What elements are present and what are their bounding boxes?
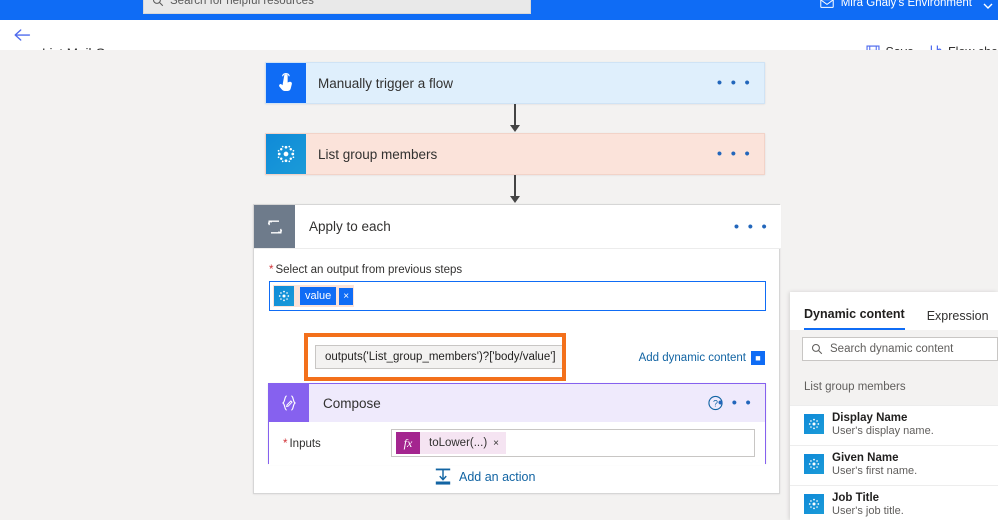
dynamic-token-label: value (300, 287, 337, 305)
dynamic-token-remove-icon[interactable]: × (339, 287, 354, 305)
flow-card-trigger[interactable]: Manually trigger a flow • • • (265, 62, 765, 104)
select-output-label-text: Select an output from previous steps (275, 264, 463, 276)
compose-inputs-required-marker: * (283, 437, 288, 450)
dynamic-content-panel: Dynamic content Expression Search dynami… (790, 292, 998, 520)
connector-arrowhead-2 (510, 196, 520, 203)
office365-users-icon (266, 134, 306, 174)
apply-to-each-header[interactable]: Apply to each • • • (254, 205, 781, 249)
flow-card-apply-to-each[interactable]: Apply to each • • • * Select an output fr… (253, 204, 781, 494)
compose-inputs-label-text: Inputs (289, 437, 321, 450)
chevron-down-icon[interactable] (982, 0, 994, 12)
list-item-name: Given Name (832, 452, 899, 464)
compose-inputs-input[interactable]: fx toLower(...) × (391, 429, 755, 457)
select-output-required-marker: * (269, 264, 274, 276)
compose-inputs-label: * Inputs (283, 438, 321, 450)
app-root: Search for helpful resources Mira Ghaly'… (0, 0, 998, 520)
search-icon (152, 0, 164, 7)
compose-header-body: Compose ? • • • (309, 384, 765, 422)
add-an-action-button[interactable]: Add an action (434, 467, 535, 487)
command-bar: List Mail Groups Save Flow che (0, 20, 998, 61)
connector-arrowhead-1 (510, 125, 520, 132)
expression-tooltip: outputs('List_group_members')?['body/val… (315, 345, 566, 369)
list-item[interactable]: Given Name User's first name. (790, 445, 998, 485)
expression-token-remove-icon[interactable]: × (493, 438, 506, 449)
list-item-description: User's job title. (832, 505, 904, 517)
add-action-icon (435, 468, 451, 485)
global-search-placeholder: Search for helpful resources (170, 0, 314, 7)
environment-selector[interactable]: Mira Ghaly's Environment (819, 0, 972, 9)
list-item-text: Job Title User's job title. (832, 492, 904, 517)
office365-users-icon (804, 494, 824, 514)
list-item[interactable]: Job Title User's job title. (790, 485, 998, 520)
add-an-action-label: Add an action (459, 470, 536, 484)
compose-body: * Inputs fx toLower(...) × (269, 422, 765, 465)
flow-card-trigger-menu[interactable]: • • • (717, 76, 752, 91)
loop-icon (254, 205, 295, 248)
environment-label: Mira Ghaly's Environment (840, 0, 972, 9)
flow-card-trigger-title: Manually trigger a flow (318, 75, 454, 91)
apply-to-each-header-body: Apply to each • • • (295, 205, 781, 248)
dynamic-content-group-header: List group members (790, 368, 998, 405)
connector-arrow-2 (514, 175, 516, 198)
list-item-text: Given Name User's first name. (832, 452, 917, 477)
search-icon (811, 343, 823, 355)
tab-dynamic-content[interactable]: Dynamic content (804, 307, 905, 330)
dynamic-content-search-placeholder: Search dynamic content (830, 343, 954, 355)
flow-card-compose[interactable]: Compose ? • • • * Inputs fx toLower(...)… (268, 383, 766, 465)
office365-users-icon (804, 454, 824, 474)
expression-token[interactable]: fx toLower(...) × (396, 432, 507, 454)
flow-card-list-group-members-body: List group members • • • (306, 134, 764, 174)
tap-finger-icon (266, 63, 306, 103)
apply-to-each-menu[interactable]: • • • (734, 219, 769, 234)
flow-card-list-group-members-menu[interactable]: • • • (717, 147, 752, 162)
tab-expression[interactable]: Expression (927, 309, 989, 330)
add-dynamic-content-label: Add dynamic content (638, 352, 746, 364)
compose-title: Compose (323, 395, 381, 411)
list-item-text: Display Name User's display name. (832, 412, 934, 437)
list-item-description: User's first name. (832, 465, 918, 477)
suite-bar: Search for helpful resources Mira Ghaly'… (0, 0, 998, 20)
connector-arrow-1 (514, 104, 516, 127)
global-search-box[interactable]: Search for helpful resources (143, 0, 531, 14)
environment-icon (819, 0, 834, 8)
list-item-description: User's display name. (832, 425, 934, 437)
list-item-name: Job Title (832, 492, 880, 504)
flow-card-list-group-members[interactable]: List group members • • • (265, 133, 765, 175)
fx-icon: fx (396, 432, 420, 454)
dynamic-content-search-input[interactable]: Search dynamic content (802, 337, 998, 361)
select-output-label: * Select an output from previous steps (269, 264, 462, 276)
compose-braces-icon (269, 384, 309, 422)
office365-users-icon (804, 414, 824, 434)
list-item[interactable]: Display Name User's display name. (790, 405, 998, 445)
dynamic-content-tabs: Dynamic content Expression (790, 292, 998, 330)
dynamic-token-value[interactable]: value × (273, 285, 355, 307)
office365-users-icon (274, 286, 294, 306)
flow-card-list-group-members-title: List group members (318, 146, 438, 162)
expression-token-label: toLower(...) (429, 437, 488, 449)
compose-menu[interactable]: • • • (718, 396, 753, 411)
compose-header[interactable]: Compose ? • • • (269, 384, 765, 422)
flow-card-trigger-body: Manually trigger a flow • • • (306, 63, 764, 103)
select-output-input[interactable]: value × (269, 281, 766, 311)
list-item-name: Display Name (832, 412, 908, 424)
dynamic-content-search-wrap: Search dynamic content (790, 330, 998, 368)
dynamic-content-icon: ■ (751, 351, 765, 365)
dynamic-content-list: Display Name User's display name. Given … (790, 405, 998, 520)
apply-to-each-title: Apply to each (309, 219, 391, 234)
back-arrow-icon[interactable] (12, 26, 34, 44)
add-dynamic-content-button[interactable]: Add dynamic content ■ (639, 351, 765, 365)
